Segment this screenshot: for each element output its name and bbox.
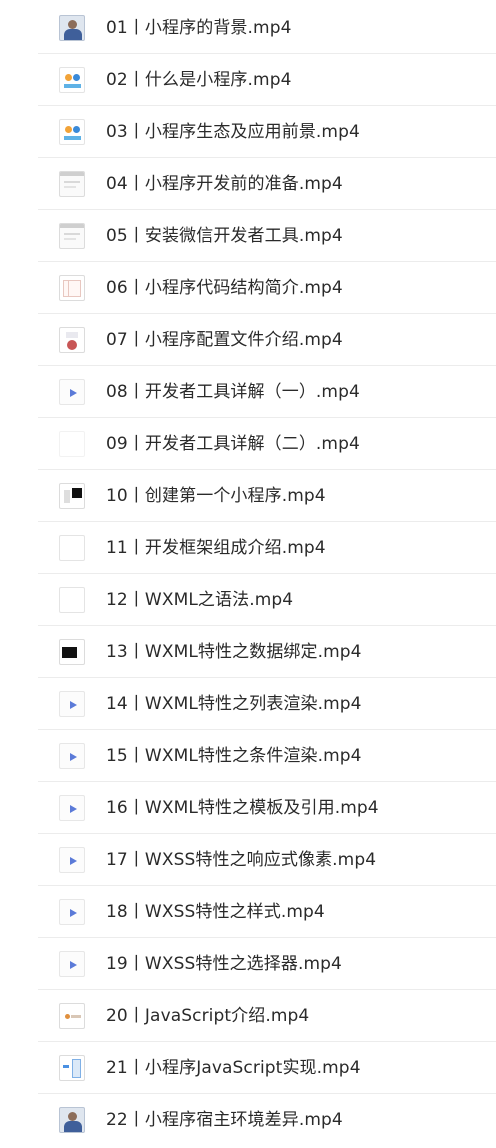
file-row[interactable]: 17丨WXSS特性之响应式像素.mp4 bbox=[0, 834, 496, 886]
file-name: 21丨小程序JavaScript实现.mp4 bbox=[106, 1058, 361, 1078]
file-name: 09丨开发者工具详解（二）.mp4 bbox=[106, 434, 360, 454]
file-row[interactable]: 19丨WXSS特性之选择器.mp4 bbox=[0, 938, 496, 990]
video-thumbnail-icon bbox=[59, 223, 85, 249]
file-name: 16丨WXML特性之模板及引用.mp4 bbox=[106, 798, 379, 818]
file-name: 04丨小程序开发前的准备.mp4 bbox=[106, 174, 343, 194]
file-row[interactable]: 15丨WXML特性之条件渲染.mp4 bbox=[0, 730, 496, 782]
video-play-icon bbox=[59, 743, 85, 769]
file-name: 08丨开发者工具详解（一）.mp4 bbox=[106, 382, 360, 402]
video-thumbnail-icon bbox=[59, 1003, 85, 1029]
file-name: 10丨创建第一个小程序.mp4 bbox=[106, 486, 326, 506]
file-name: 18丨WXSS特性之样式.mp4 bbox=[106, 902, 325, 922]
file-name: 15丨WXML特性之条件渲染.mp4 bbox=[106, 746, 362, 766]
video-play-icon bbox=[59, 951, 85, 977]
video-thumbnail-icon bbox=[59, 1055, 85, 1081]
video-thumbnail-icon bbox=[59, 15, 85, 41]
video-play-icon bbox=[59, 691, 85, 717]
video-thumbnail-icon bbox=[59, 67, 85, 93]
video-thumbnail-icon bbox=[59, 587, 85, 613]
video-thumbnail-icon bbox=[59, 535, 85, 561]
file-row[interactable]: 02丨什么是小程序.mp4 bbox=[0, 54, 496, 106]
file-row[interactable]: 21丨小程序JavaScript实现.mp4 bbox=[0, 1042, 496, 1094]
video-play-icon bbox=[59, 899, 85, 925]
video-thumbnail-icon bbox=[59, 275, 85, 301]
file-row[interactable]: 09丨开发者工具详解（二）.mp4 bbox=[0, 418, 496, 470]
video-play-icon bbox=[59, 379, 85, 405]
video-thumbnail-icon bbox=[59, 171, 85, 197]
file-row[interactable]: 12丨WXML之语法.mp4 bbox=[0, 574, 496, 626]
file-name: 01丨小程序的背景.mp4 bbox=[106, 18, 292, 38]
file-row[interactable]: 22丨小程序宿主环境差异.mp4 bbox=[0, 1094, 496, 1146]
file-name: 11丨开发框架组成介绍.mp4 bbox=[106, 538, 326, 558]
file-row[interactable]: 13丨WXML特性之数据绑定.mp4 bbox=[0, 626, 496, 678]
file-row[interactable]: 01丨小程序的背景.mp4 bbox=[0, 2, 496, 54]
video-thumbnail-icon bbox=[59, 327, 85, 353]
file-row[interactable]: 06丨小程序代码结构简介.mp4 bbox=[0, 262, 496, 314]
file-row[interactable]: 07丨小程序配置文件介绍.mp4 bbox=[0, 314, 496, 366]
file-row[interactable]: 05丨安装微信开发者工具.mp4 bbox=[0, 210, 496, 262]
file-name: 14丨WXML特性之列表渲染.mp4 bbox=[106, 694, 362, 714]
video-thumbnail-icon bbox=[59, 119, 85, 145]
video-play-icon bbox=[59, 847, 85, 873]
file-row[interactable]: 10丨创建第一个小程序.mp4 bbox=[0, 470, 496, 522]
file-name: 05丨安装微信开发者工具.mp4 bbox=[106, 226, 343, 246]
video-thumbnail-icon bbox=[59, 1107, 85, 1133]
video-thumbnail-icon bbox=[59, 639, 85, 665]
file-name: 03丨小程序生态及应用前景.mp4 bbox=[106, 122, 360, 142]
video-play-icon bbox=[59, 795, 85, 821]
file-name: 17丨WXSS特性之响应式像素.mp4 bbox=[106, 850, 377, 870]
file-row[interactable]: 08丨开发者工具详解（一）.mp4 bbox=[0, 366, 496, 418]
file-row[interactable]: 11丨开发框架组成介绍.mp4 bbox=[0, 522, 496, 574]
video-thumbnail-icon bbox=[59, 431, 85, 457]
file-row[interactable]: 14丨WXML特性之列表渲染.mp4 bbox=[0, 678, 496, 730]
file-name: 20丨JavaScript介绍.mp4 bbox=[106, 1006, 310, 1026]
file-row[interactable]: 03丨小程序生态及应用前景.mp4 bbox=[0, 106, 496, 158]
file-row[interactable]: 20丨JavaScript介绍.mp4 bbox=[0, 990, 496, 1042]
video-thumbnail-icon bbox=[59, 483, 85, 509]
file-name: 19丨WXSS特性之选择器.mp4 bbox=[106, 954, 342, 974]
file-row[interactable]: 16丨WXML特性之模板及引用.mp4 bbox=[0, 782, 496, 834]
file-name: 12丨WXML之语法.mp4 bbox=[106, 590, 294, 610]
file-name: 02丨什么是小程序.mp4 bbox=[106, 70, 292, 90]
file-name: 07丨小程序配置文件介绍.mp4 bbox=[106, 330, 343, 350]
file-row[interactable]: 04丨小程序开发前的准备.mp4 bbox=[0, 158, 496, 210]
file-name: 22丨小程序宿主环境差异.mp4 bbox=[106, 1110, 343, 1130]
file-name: 06丨小程序代码结构简介.mp4 bbox=[106, 278, 343, 298]
file-name: 13丨WXML特性之数据绑定.mp4 bbox=[106, 642, 362, 662]
file-row[interactable]: 18丨WXSS特性之样式.mp4 bbox=[0, 886, 496, 938]
